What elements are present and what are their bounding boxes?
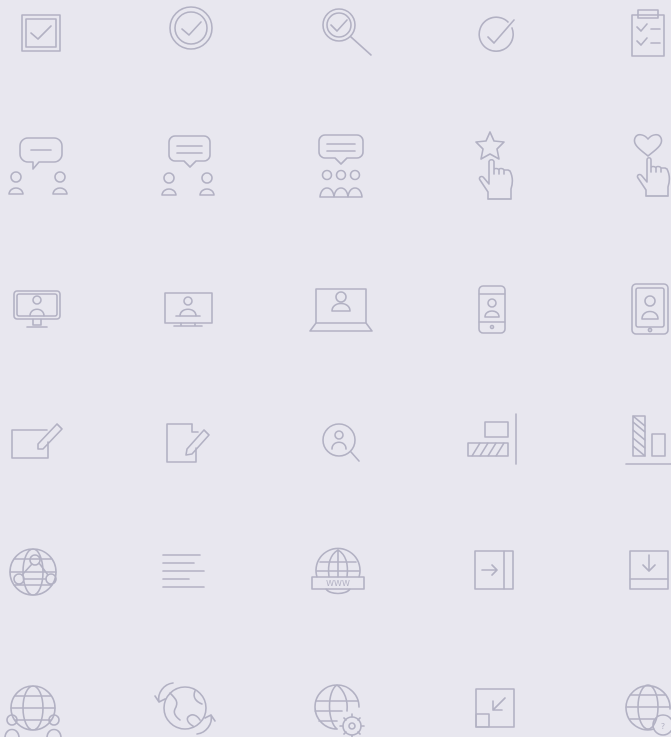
download-box-icon bbox=[609, 531, 671, 611]
globe-users-icon bbox=[0, 671, 73, 737]
globe-network-icon bbox=[0, 531, 73, 611]
align-right-icon bbox=[452, 402, 532, 482]
bar-columns-icon bbox=[610, 402, 671, 482]
clipboard-checklist-icon bbox=[608, 0, 671, 74]
monitor-user-icon bbox=[148, 271, 228, 351]
globe-help-icon: ? bbox=[608, 669, 671, 737]
svg-text:WWW: WWW bbox=[326, 579, 350, 588]
hand-star-icon bbox=[452, 126, 532, 206]
login-arrow-icon bbox=[455, 531, 535, 611]
checkbox-checked-icon bbox=[1, 0, 81, 73]
icon-sheet: WWW ? bbox=[0, 0, 671, 737]
hand-heart-icon bbox=[610, 126, 671, 206]
globe-www-icon: WWW bbox=[298, 531, 378, 611]
user-search-icon bbox=[301, 402, 381, 482]
check-thin-icon bbox=[456, 0, 536, 76]
desktop-user-icon bbox=[0, 270, 77, 350]
text-lines-icon bbox=[144, 531, 224, 611]
laptop-user-icon bbox=[301, 271, 381, 351]
chat-two-people-icon bbox=[0, 126, 80, 206]
globe-refresh-icon bbox=[145, 671, 225, 737]
magnify-check-icon bbox=[301, 0, 381, 69]
tablet-user-icon bbox=[610, 270, 671, 350]
minimize-arrow-icon bbox=[455, 669, 535, 737]
group-discussion-icon bbox=[301, 126, 381, 206]
smartphone-user-icon bbox=[452, 270, 532, 350]
globe-settings-icon bbox=[297, 671, 377, 737]
meeting-discussion-icon bbox=[150, 126, 230, 206]
edit-box-icon bbox=[0, 402, 77, 482]
check-circle-icon bbox=[151, 0, 231, 68]
svg-text:?: ? bbox=[661, 722, 665, 731]
document-edit-icon bbox=[148, 402, 228, 482]
